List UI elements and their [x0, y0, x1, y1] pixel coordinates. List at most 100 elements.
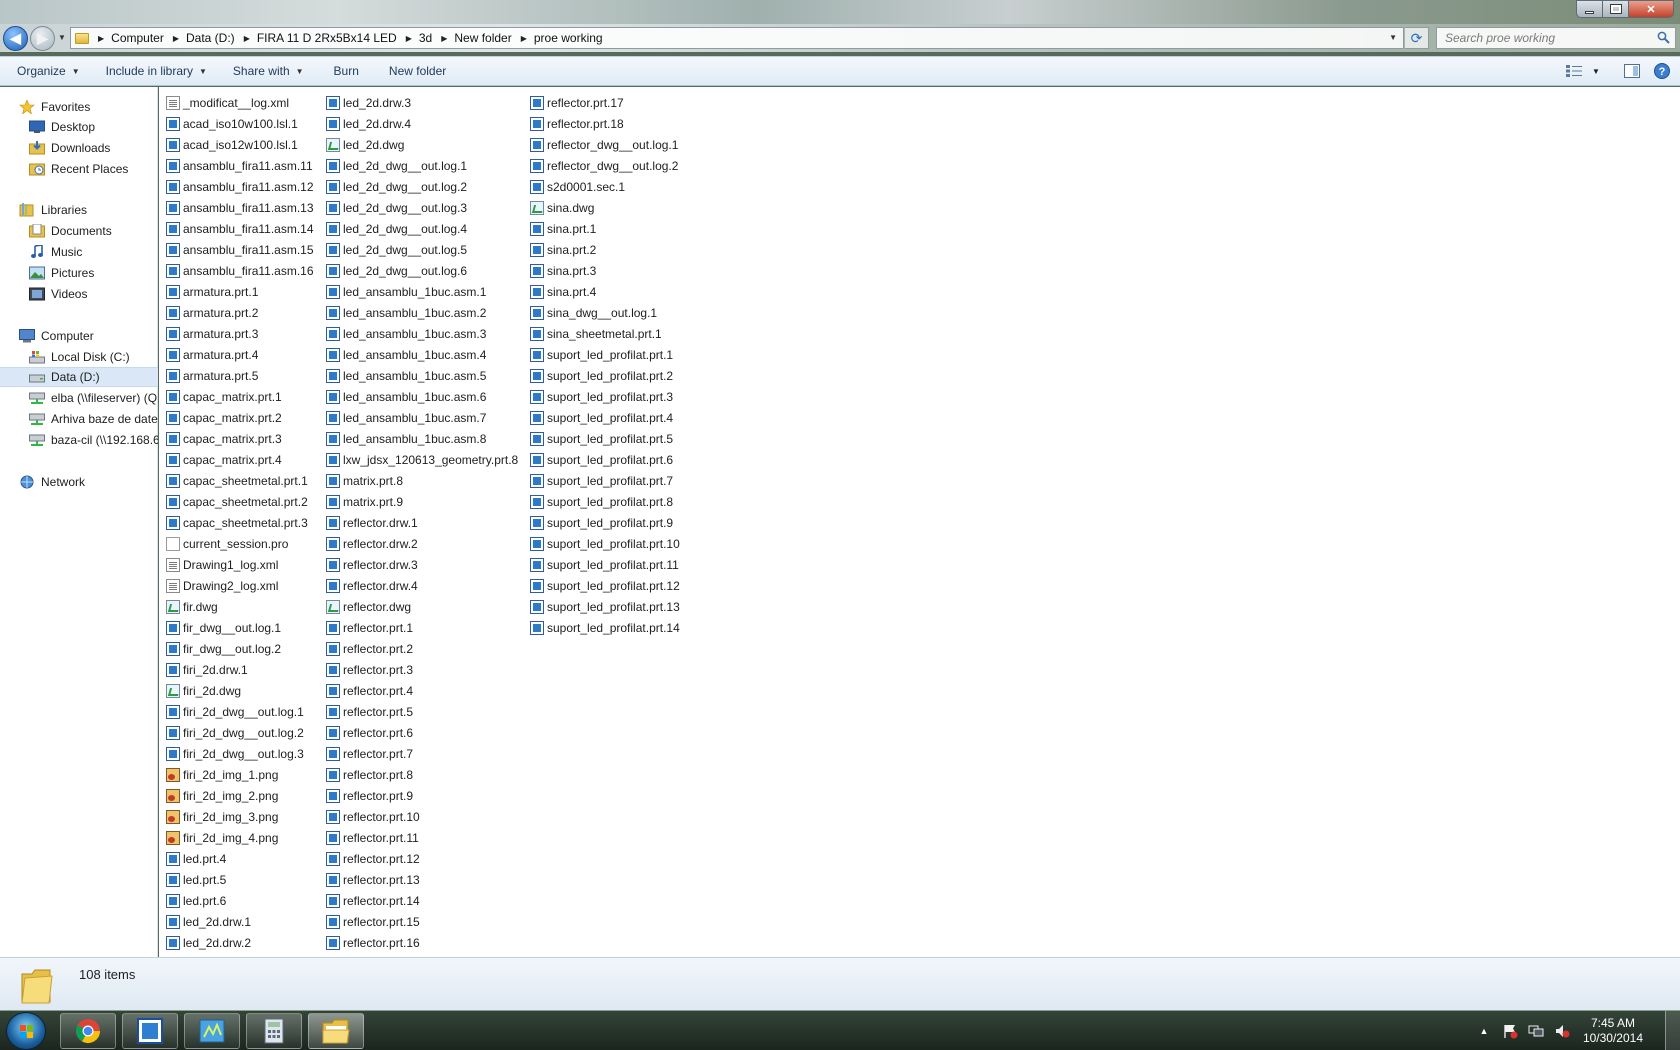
file-item[interactable]: ansamblu_fira11.asm.12	[166, 177, 314, 197]
file-item[interactable]: firi_2d_img_2.png	[166, 786, 278, 806]
file-item[interactable]: reflector.prt.17	[530, 93, 624, 113]
file-item[interactable]: firi_2d_img_4.png	[166, 828, 278, 848]
file-item[interactable]: _modificat__log.xml	[166, 93, 289, 113]
show-hidden-icons-button[interactable]: ▲	[1476, 1023, 1492, 1039]
file-item[interactable]: led_2d_dwg__out.log.1	[326, 156, 467, 176]
file-item[interactable]: reflector.prt.14	[326, 891, 420, 911]
file-item[interactable]: suport_led_profilat.prt.12	[530, 576, 680, 596]
volume-muted-icon[interactable]	[1554, 1023, 1570, 1039]
file-item[interactable]: sina.prt.4	[530, 282, 596, 302]
nav-network[interactable]: Network	[0, 472, 158, 492]
file-item[interactable]: reflector.prt.3	[326, 660, 413, 680]
nav-local-disk-c[interactable]: Local Disk (C:)	[0, 347, 158, 367]
file-item[interactable]: led_2d.dwg	[326, 135, 404, 155]
nav-favorites[interactable]: Favorites	[0, 97, 158, 117]
preview-pane-button[interactable]	[1618, 60, 1646, 82]
file-item[interactable]: capac_sheetmetal.prt.1	[166, 471, 308, 491]
file-item[interactable]: s2d0001.sec.1	[530, 177, 625, 197]
nav-downloads[interactable]: Downloads	[0, 138, 158, 158]
minimize-button[interactable]	[1576, 0, 1602, 18]
file-item[interactable]: reflector.prt.10	[326, 807, 420, 827]
refresh-button[interactable]: ⟳	[1405, 27, 1429, 49]
file-item[interactable]: reflector.prt.15	[326, 912, 420, 932]
file-item[interactable]: capac_matrix.prt.1	[166, 387, 282, 407]
file-item[interactable]: reflector.drw.3	[326, 555, 418, 575]
file-item[interactable]: reflector.prt.16	[326, 933, 420, 953]
file-item[interactable]: armatura.prt.2	[166, 303, 258, 323]
file-item[interactable]: led_2d.drw.4	[326, 114, 411, 134]
file-item[interactable]: reflector.dwg	[326, 597, 411, 617]
file-item[interactable]: acad_iso12w100.lsl.1	[166, 135, 298, 155]
file-item[interactable]: led.prt.6	[166, 891, 226, 911]
file-item[interactable]: reflector.drw.1	[326, 513, 418, 533]
file-list[interactable]: _modificat__log.xml acad_iso10w100.lsl.1 a…	[159, 87, 1680, 957]
system-clock[interactable]: 7:45 AM 10/30/2014	[1583, 1016, 1643, 1046]
burn-button[interactable]: Burn	[325, 59, 368, 83]
share-with-button[interactable]: Share with ▼	[224, 59, 313, 83]
file-item[interactable]: led_ansamblu_1buc.asm.2	[326, 303, 486, 323]
file-item[interactable]: firi_2d_dwg__out.log.3	[166, 744, 304, 764]
file-item[interactable]: suport_led_profilat.prt.3	[530, 387, 673, 407]
breadcrumb-computer[interactable]: Computer	[111, 31, 164, 45]
file-item[interactable]: led_2d.drw.1	[166, 912, 251, 932]
file-item[interactable]: suport_led_profilat.prt.7	[530, 471, 673, 491]
file-item[interactable]: suport_led_profilat.prt.9	[530, 513, 673, 533]
file-item[interactable]: led_ansamblu_1buc.asm.5	[326, 366, 486, 386]
file-item[interactable]: current_session.pro	[166, 534, 288, 554]
file-item[interactable]: reflector.prt.9	[326, 786, 413, 806]
file-item[interactable]: capac_sheetmetal.prt.3	[166, 513, 308, 533]
file-item[interactable]: suport_led_profilat.prt.10	[530, 534, 680, 554]
organize-button[interactable]: Organize ▼	[8, 59, 89, 83]
file-item[interactable]: Drawing1_log.xml	[166, 555, 278, 575]
file-item[interactable]: reflector.prt.12	[326, 849, 420, 869]
search-input[interactable]	[1445, 31, 1645, 45]
nav-pictures[interactable]: Pictures	[0, 263, 158, 283]
chevron-right-icon[interactable]: ▶	[521, 34, 527, 43]
file-item[interactable]: capac_matrix.prt.2	[166, 408, 282, 428]
network-status-icon[interactable]	[1528, 1023, 1544, 1039]
file-item[interactable]: led_ansamblu_1buc.asm.3	[326, 324, 486, 344]
help-button[interactable]: ?	[1648, 60, 1676, 82]
file-item[interactable]: led_2d_dwg__out.log.3	[326, 198, 467, 218]
file-item[interactable]: reflector.prt.11	[326, 828, 419, 848]
action-center-flag-icon[interactable]	[1502, 1023, 1518, 1039]
file-item[interactable]: suport_led_profilat.prt.13	[530, 597, 680, 617]
breadcrumb-data-d[interactable]: Data (D:)	[186, 31, 235, 45]
file-item[interactable]: suport_led_profilat.prt.4	[530, 408, 673, 428]
maximize-button[interactable]	[1602, 0, 1628, 18]
nav-data-d[interactable]: Data (D:)	[0, 367, 158, 387]
file-item[interactable]: led_ansamblu_1buc.asm.1	[326, 282, 486, 302]
breadcrumb-3d[interactable]: 3d	[419, 31, 432, 45]
file-item[interactable]: sina_sheetmetal.prt.1	[530, 324, 662, 344]
file-item[interactable]: suport_led_profilat.prt.5	[530, 429, 673, 449]
nav-documents[interactable]: Documents	[0, 221, 158, 241]
file-item[interactable]: led_2d_dwg__out.log.6	[326, 261, 467, 281]
taskbar-explorer[interactable]	[308, 1013, 364, 1049]
file-item[interactable]: reflector_dwg__out.log.1	[530, 135, 678, 155]
nav-baza-cil[interactable]: baza-cil (\\192.168.6	[0, 430, 158, 450]
file-item[interactable]: capac_matrix.prt.4	[166, 450, 282, 470]
file-item[interactable]: armatura.prt.1	[166, 282, 258, 302]
change-view-button[interactable]	[1560, 60, 1588, 82]
breadcrumb-fira[interactable]: FIRA 11 D 2Rx5Bx14 LED	[257, 31, 397, 45]
forward-button[interactable]: ▶	[30, 26, 55, 51]
file-item[interactable]: led_2d.drw.3	[326, 93, 411, 113]
file-item[interactable]: reflector.prt.4	[326, 681, 413, 701]
file-item[interactable]: firi_2d_img_1.png	[166, 765, 278, 785]
file-item[interactable]: acad_iso10w100.lsl.1	[166, 114, 298, 134]
file-item[interactable]: led.prt.5	[166, 870, 226, 890]
taskbar-chrome[interactable]	[60, 1013, 116, 1049]
view-options-dropdown[interactable]: ▼	[1588, 60, 1604, 82]
file-item[interactable]: firi_2d.dwg	[166, 681, 241, 701]
file-item[interactable]: suport_led_profilat.prt.14	[530, 618, 680, 638]
file-item[interactable]: firi_2d_dwg__out.log.1	[166, 702, 304, 722]
taskbar-calculator[interactable]	[246, 1013, 302, 1049]
back-button[interactable]: ◀	[3, 26, 28, 51]
breadcrumb-proe-working[interactable]: proe working	[534, 31, 603, 45]
file-item[interactable]: reflector.prt.7	[326, 744, 413, 764]
nav-desktop[interactable]: Desktop	[0, 117, 158, 137]
file-item[interactable]: firi_2d.drw.1	[166, 660, 248, 680]
chevron-down-icon[interactable]: ▼	[1389, 33, 1397, 42]
file-item[interactable]: armatura.prt.5	[166, 366, 258, 386]
file-item[interactable]: matrix.prt.8	[326, 471, 403, 491]
